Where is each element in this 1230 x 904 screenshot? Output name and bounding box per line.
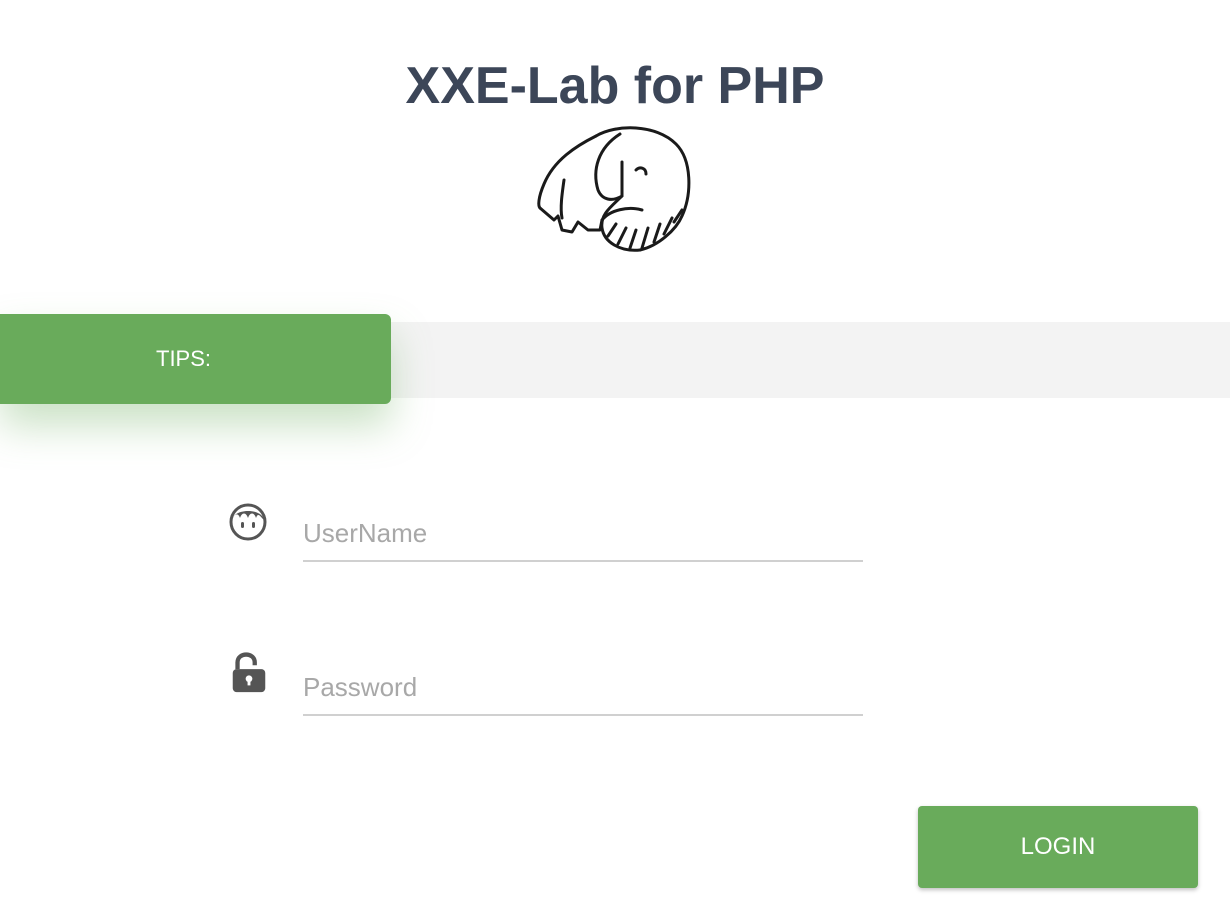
username-field: [303, 500, 863, 562]
password-field: [303, 654, 863, 716]
unlocked-padlock-icon: [232, 652, 266, 693]
login-page: XXE-Lab for PHP TIPS: UserName LOGIN: [0, 0, 1230, 904]
user-face-icon: [229, 503, 267, 541]
username-input[interactable]: [303, 500, 863, 560]
login-button[interactable]: LOGIN: [918, 806, 1198, 888]
password-input[interactable]: [303, 654, 863, 714]
page-title: XXE-Lab for PHP: [405, 57, 825, 115]
tips-badge: TIPS:: [0, 314, 391, 404]
tips-label: TIPS:: [156, 346, 212, 371]
php-elephant-icon: [537, 126, 691, 252]
